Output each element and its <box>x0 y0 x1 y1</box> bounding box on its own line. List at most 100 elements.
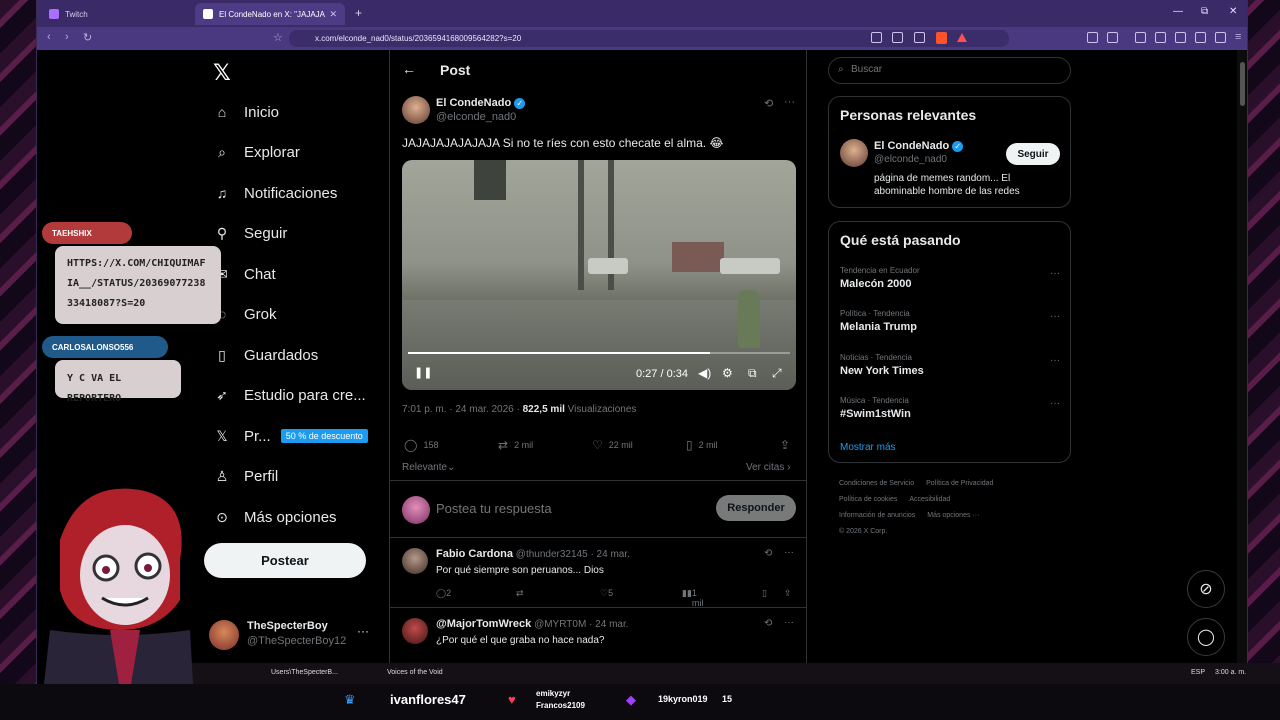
trend-item[interactable]: Tendencia en Ecuador Malecón 2000 ··· <box>840 266 1060 290</box>
new-tab-icon[interactable]: + <box>355 6 362 20</box>
brave-shield-icon[interactable] <box>936 32 947 44</box>
language-indicator[interactable]: ESP <box>1191 669 1205 676</box>
sidebar-icon[interactable] <box>1155 32 1166 43</box>
reload-icon[interactable]: ↻ <box>83 31 92 44</box>
close-tab-icon[interactable]: ✕ <box>329 9 337 20</box>
wallet-icon[interactable] <box>1107 32 1118 43</box>
show-more-link[interactable]: Mostrar más <box>840 442 896 453</box>
nav-estudio[interactable]: ➶ Estudio para cre... <box>213 381 366 409</box>
grok-fab-icon[interactable]: ⊘ <box>1187 570 1225 608</box>
x-logo-icon[interactable]: 𝕏 <box>213 60 231 86</box>
footer-link[interactable]: Información de anuncios <box>839 512 915 519</box>
trend-item[interactable]: Noticias · Tendencia New York Times ··· <box>840 353 1060 377</box>
more-icon[interactable]: ··· <box>784 96 795 108</box>
share-icon[interactable]: ⇪ <box>784 588 792 599</box>
search-input[interactable] <box>851 64 1051 75</box>
bookmark-icon[interactable]: ▯ <box>762 588 767 599</box>
tab-twitch[interactable]: Twitch <box>41 3 191 25</box>
zoom-icon[interactable] <box>892 32 903 43</box>
nav-premium[interactable]: 𝕏 Pr... 50 % de descuento <box>213 422 368 450</box>
wallet2-icon[interactable] <box>1175 32 1186 43</box>
nav-chat[interactable]: ✉ Chat <box>213 260 276 288</box>
author-avatar[interactable] <box>402 96 430 124</box>
nav-seguir[interactable]: ⚲ Seguir <box>213 219 288 247</box>
reply-button[interactable]: Responder <box>716 495 796 521</box>
nav-guardados[interactable]: ▯ Guardados <box>213 341 318 369</box>
reply-author[interactable]: @MajorTomWreck <box>436 618 531 630</box>
back-arrow-icon[interactable]: ← <box>402 61 416 77</box>
share-action[interactable]: ⇪ <box>780 438 796 452</box>
media-icon[interactable] <box>1135 32 1146 43</box>
scrollbar-thumb[interactable] <box>1240 62 1245 106</box>
grok-explain-icon[interactable]: ⟲ <box>764 97 773 110</box>
reply-author[interactable]: Fabio Cardona <box>436 548 513 560</box>
follow-button[interactable]: Seguir <box>1006 143 1060 165</box>
grok-explain-icon[interactable]: ⟲ <box>764 548 772 559</box>
post-timestamp[interactable]: 7:01 p. m. · 24 mar. 2026 · <box>402 404 523 415</box>
more-icon[interactable]: ··· <box>1050 355 1060 366</box>
taskbar-item[interactable]: Users\TheSpecterB... <box>271 669 338 676</box>
more-icon[interactable]: ··· <box>1050 398 1060 409</box>
person-name[interactable]: El CondeNado ✓ <box>874 140 964 152</box>
volume-icon[interactable]: ◀) <box>698 366 711 380</box>
footer-link[interactable]: Más opciones ··· <box>927 512 979 519</box>
repost-icon[interactable]: ⇄ <box>516 588 524 599</box>
bookmark-action[interactable]: ▯ 2 mil <box>686 438 718 452</box>
nav-perfil[interactable]: ♙ Perfil <box>213 462 278 490</box>
nav-grok[interactable]: ◌ Grok <box>213 300 277 328</box>
clock[interactable]: 3:00 a. m. <box>1215 669 1246 676</box>
like-action[interactable]: ♡ 5 <box>600 588 613 599</box>
video-player[interactable]: ❚❚ 0:27 / 0:34 ◀) ⚙ ⧉ ⤢ <box>402 160 796 390</box>
brave-rewards-icon[interactable] <box>957 33 967 42</box>
picture-in-picture-icon[interactable]: ⧉ <box>748 366 757 381</box>
more-icon[interactable]: ··· <box>1050 311 1060 322</box>
like-action[interactable]: ♡ 22 mil <box>592 438 633 452</box>
trend-item[interactable]: Música · Tendencia #Swim1stWin ··· <box>840 396 1060 420</box>
grok-explain-icon[interactable]: ⟲ <box>764 618 772 629</box>
author-handle[interactable]: @elconde_nad0 <box>436 111 516 123</box>
minimize-button[interactable]: — <box>1173 6 1183 17</box>
more-icon[interactable]: ··· <box>784 617 794 628</box>
trend-item[interactable]: Política · Tendencia Melania Trump ··· <box>840 309 1060 333</box>
repost-action[interactable]: ⇄ 2 mil <box>498 438 533 452</box>
settings-icon[interactable]: ⚙ <box>722 366 733 380</box>
account-switcher[interactable]: TheSpecterBoy @TheSpecterBoy12 ··· <box>209 616 379 654</box>
nav-inicio[interactable]: ⌂ Inicio <box>213 98 279 126</box>
tab-x-post[interactable]: El CondeNado en X: "JAJAJA ✕ <box>195 3 345 25</box>
restore-button[interactable]: ⧉ <box>1201 6 1208 17</box>
screen-icon[interactable] <box>871 32 882 43</box>
pause-icon[interactable]: ❚❚ <box>414 366 432 379</box>
post-button[interactable]: Postear <box>204 543 366 578</box>
footer-link[interactable]: Accesibilidad <box>909 496 950 503</box>
avatar[interactable] <box>840 139 868 167</box>
video-progress-bar[interactable] <box>408 352 790 354</box>
more-icon[interactable]: ··· <box>784 547 794 558</box>
leo-icon[interactable] <box>1195 32 1206 43</box>
forward-icon[interactable]: › <box>65 31 69 43</box>
view-quotes-link[interactable]: Ver citas › <box>746 462 790 473</box>
list-item[interactable]: Fabio Cardona @thunder32145 · 24 mar. ⟲ … <box>390 538 806 608</box>
reply-action[interactable]: ◯ 158 <box>404 438 438 452</box>
nav-mas-opciones[interactable]: ⊙ Más opciones <box>213 503 336 531</box>
author-name[interactable]: El CondeNado ✓ <box>436 97 526 109</box>
nav-explorar[interactable]: ⌕ Explorar <box>213 138 300 166</box>
sort-dropdown[interactable]: Relevante⌄ <box>402 462 455 473</box>
person-handle[interactable]: @elconde_nad0 <box>874 154 947 165</box>
taskbar-item[interactable]: Voices of the Void <box>387 669 443 676</box>
footer-link[interactable]: Política de Privacidad <box>926 480 993 487</box>
bookmark-page-icon[interactable]: ☆ <box>273 31 283 44</box>
reply-action[interactable]: ◯ 2 <box>436 588 451 599</box>
scrollbar[interactable] <box>1237 50 1247 684</box>
more-icon[interactable]: ··· <box>1050 268 1060 279</box>
views-action[interactable]: ▮▮ 1 mil <box>682 588 703 608</box>
back-icon[interactable]: ‹ <box>47 31 51 43</box>
reply-input[interactable] <box>436 501 676 516</box>
nav-notificaciones[interactable]: ♫ Notificaciones <box>213 179 338 207</box>
close-window-button[interactable]: ✕ <box>1229 6 1237 17</box>
extensions-icon[interactable] <box>1087 32 1098 43</box>
chat-fab-icon[interactable]: ◯ <box>1187 618 1225 656</box>
share-icon[interactable] <box>914 32 925 43</box>
fullscreen-icon[interactable]: ⤢ <box>772 366 782 381</box>
footer-link[interactable]: Condiciones de Servicio <box>839 480 914 487</box>
vpn-icon[interactable] <box>1215 32 1226 43</box>
